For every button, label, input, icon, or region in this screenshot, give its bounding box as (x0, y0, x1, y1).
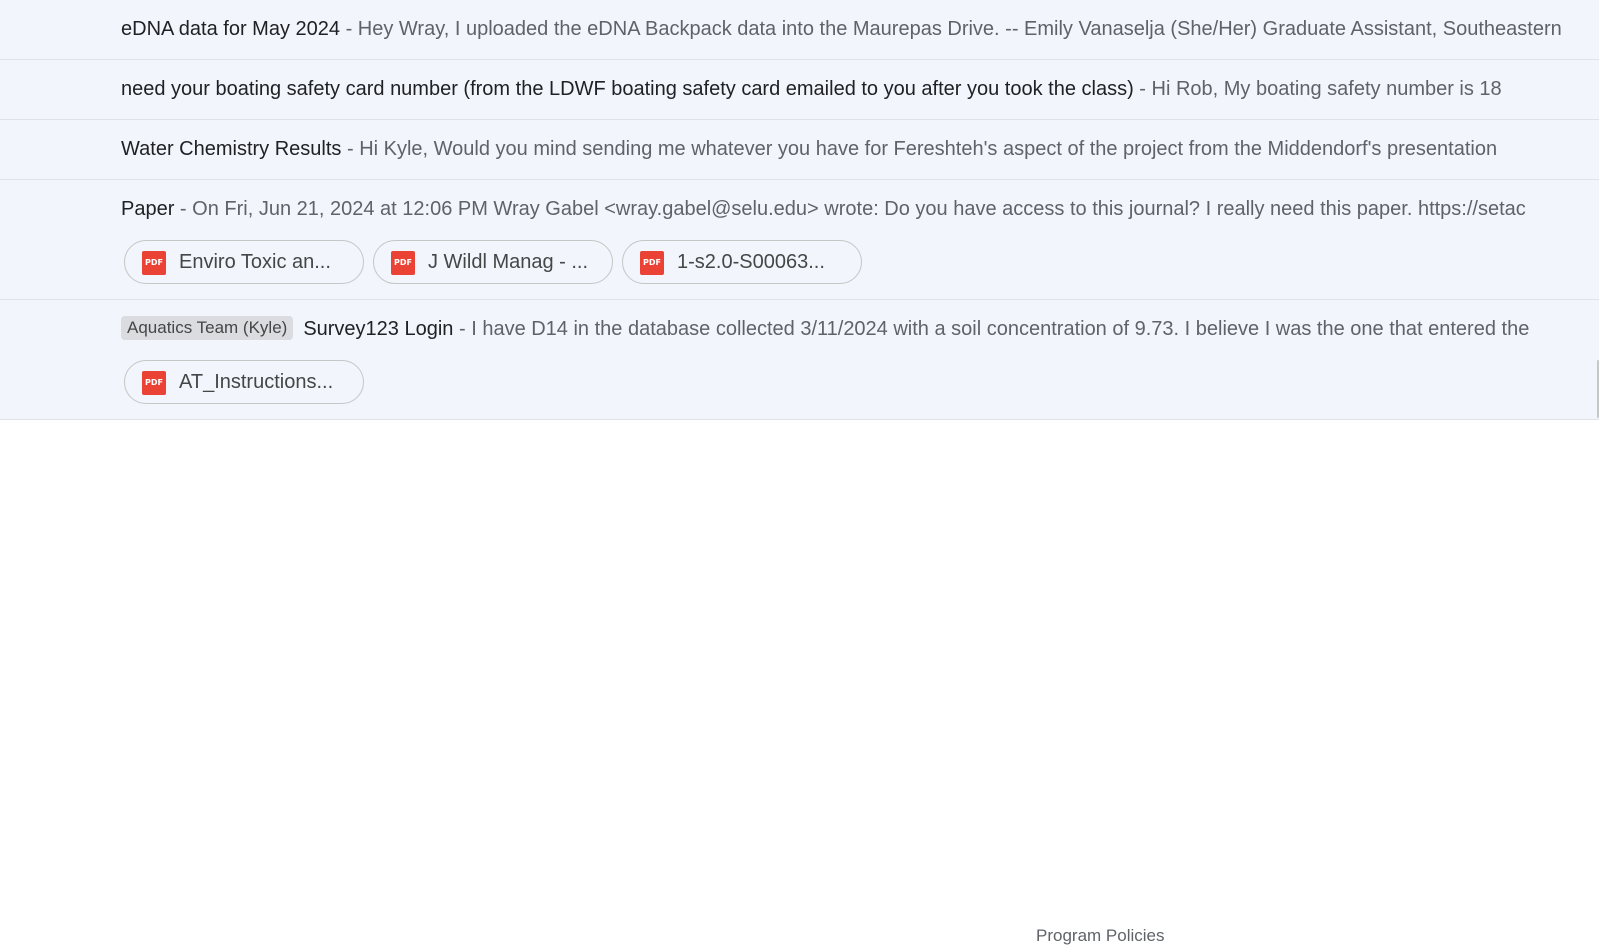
attachment-name: AT_Instructions... (179, 371, 334, 393)
email-row-text: need your boating safety card number (fr… (121, 73, 1599, 105)
attachment-chips: PDF Enviro Toxic an... PDF J Wildl Manag… (124, 240, 871, 284)
email-snippet: Hi Rob, My boating safety number is 18 (1151, 78, 1502, 100)
attachment-name: 1-s2.0-S00063... (677, 251, 825, 273)
subject-separator: - (341, 138, 360, 160)
email-label-badge[interactable]: Aquatics Team (Kyle) (121, 316, 294, 340)
subject-separator: - (1133, 78, 1152, 100)
email-list: eDNA data for May 2024 - Hey Wray, I upl… (0, 0, 1599, 420)
pdf-icon: PDF (640, 251, 664, 275)
email-snippet: I have D14 in the database collected 3/1… (471, 318, 1530, 340)
attachment-chip[interactable]: PDF 1-s2.0-S00063... (622, 240, 862, 284)
subject-separator: - (340, 18, 358, 40)
email-row-text: Aquatics Team (Kyle) Survey123 Login - I … (121, 313, 1599, 345)
email-subject: eDNA data for May 2024 (121, 18, 341, 40)
pdf-icon: PDF (142, 371, 166, 395)
email-row[interactable]: Aquatics Team (Kyle) Survey123 Login - I … (0, 300, 1599, 420)
email-snippet: Hi Kyle, Would you mind sending me whate… (359, 138, 1498, 160)
subject-separator: - (453, 318, 472, 340)
email-row-text: Water Chemistry Results - Hi Kyle, Would… (121, 133, 1599, 165)
email-row[interactable]: Paper - On Fri, Jun 21, 2024 at 12:06 PM… (0, 180, 1599, 300)
attachment-chip[interactable]: PDF Enviro Toxic an... (124, 240, 364, 284)
email-subject: Water Chemistry Results (121, 138, 342, 160)
subject-separator: - (174, 198, 193, 220)
email-subject: need your boating safety card number (fr… (121, 78, 1134, 100)
attachment-name: J Wildl Manag - ... (428, 251, 589, 273)
pdf-icon: PDF (391, 251, 415, 275)
attachment-name: Enviro Toxic an... (179, 251, 331, 273)
email-row[interactable]: need your boating safety card number (fr… (0, 60, 1599, 120)
email-row-text: eDNA data for May 2024 - Hey Wray, I upl… (121, 13, 1599, 45)
email-row-text: Paper - On Fri, Jun 21, 2024 at 12:06 PM… (121, 193, 1599, 225)
email-subject: Paper (121, 198, 175, 220)
email-snippet: On Fri, Jun 21, 2024 at 12:06 PM Wray Ga… (192, 198, 1526, 220)
email-snippet: Hey Wray, I uploaded the eDNA Backpack d… (357, 18, 1562, 40)
pdf-icon: PDF (142, 251, 166, 275)
email-subject: Survey123 Login (303, 318, 454, 340)
email-row[interactable]: Water Chemistry Results - Hi Kyle, Would… (0, 120, 1599, 180)
attachment-chips: PDF AT_Instructions... (124, 360, 373, 404)
program-policies-link[interactable]: Program Policies (1036, 926, 1165, 946)
email-row[interactable]: eDNA data for May 2024 - Hey Wray, I upl… (0, 0, 1599, 60)
attachment-chip[interactable]: PDF AT_Instructions... (124, 360, 364, 404)
attachment-chip[interactable]: PDF J Wildl Manag - ... (373, 240, 613, 284)
